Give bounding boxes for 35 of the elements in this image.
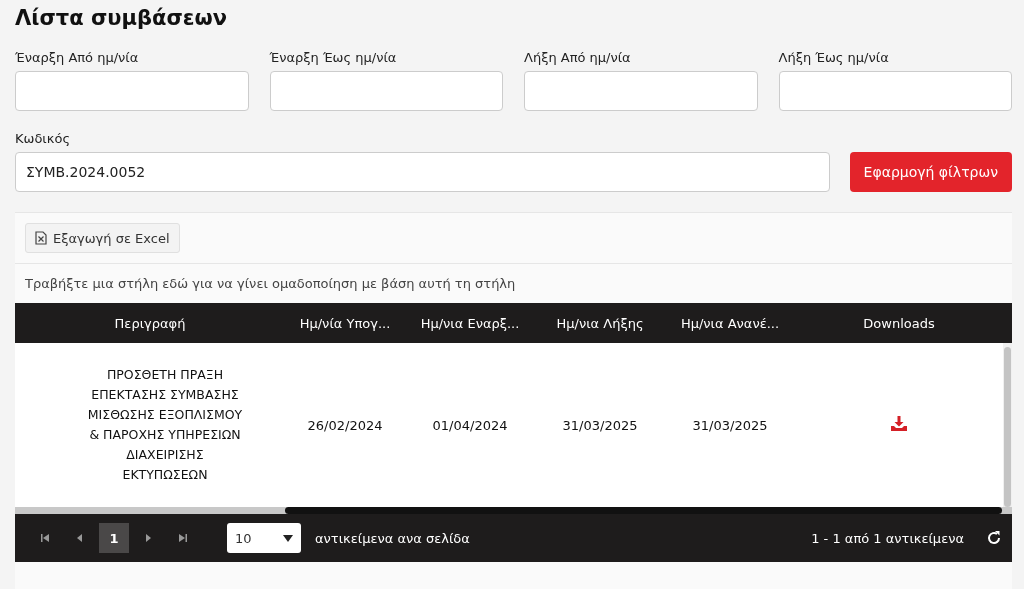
date-field[interactable] <box>15 71 249 111</box>
field-label: Έναρξη Από ημ/νία <box>15 50 140 65</box>
field-label: Λήξη Έως ημ/νία <box>778 50 890 65</box>
apply-filters-button[interactable]: Εφαρμογή φίλτρων <box>849 152 1012 192</box>
excel-file-icon <box>35 231 47 245</box>
export-excel-button[interactable]: Εξαγωγή σε Excel <box>25 223 180 253</box>
column-header[interactable]: Ημ/νια Ανανέ... <box>665 315 795 331</box>
refresh-icon[interactable] <box>986 530 1002 546</box>
page-number[interactable]: 1 <box>99 523 129 553</box>
field-label: Λήξη Από ημ/νία <box>524 50 632 65</box>
vertical-scrollbar[interactable] <box>1003 343 1012 507</box>
table-cell-text: 31/03/2025 <box>691 417 769 433</box>
column-header[interactable]: Downloads <box>795 315 1003 331</box>
code-field[interactable]: ΣΥΜΒ.2024.0052 <box>15 152 830 192</box>
table-cell-text: 01/04/2024 <box>431 417 509 433</box>
download-icon[interactable] <box>891 416 907 431</box>
horizontal-scrollbar[interactable] <box>15 507 1012 514</box>
table-cell-text: 26/02/2024 <box>306 417 384 433</box>
field-label: Κωδικός <box>15 131 71 146</box>
page-title: Λίστα συμβάσεων <box>15 6 228 30</box>
group-hint: Τραβήξτε μια στήλη εδώ για να γίνει ομαδοποίηση με βάση αυτή τη στήλη <box>24 275 517 293</box>
page-size-select[interactable]: 10 <box>227 523 301 553</box>
column-header[interactable]: Περιγραφή <box>15 315 285 331</box>
page-size-label: αντικείμενα ανα σελίδα <box>315 530 470 546</box>
table-cell-text: 31/03/2025 <box>561 417 639 433</box>
date-field[interactable] <box>524 71 758 111</box>
pager-summary: 1 - 1 από 1 αντικείμενα <box>811 530 964 546</box>
date-field[interactable] <box>778 71 1012 111</box>
table-cell-text: ΠΡΟΣΘΕΤΗ ΠΡΑΞΗ ΕΠΕΚΤΑΣΗΣ ΣΥΜΒΑΣΗΣ ΜΙΣΘΩΣΗΣ ΕΞΟΠΛΙΣΜΟΥ & ΠΑΡΟΧΗΣ ΥΠΗΡΕΣΙΩΝ ΔΙΑΧΕΙΡΙΣΗΣ ΕΚΤΥΠΩΣΕΩΝ <box>86 366 244 484</box>
column-header[interactable]: Ημ/νια Εναρξ... <box>405 315 535 331</box>
column-header[interactable]: Ημ/νια Λήξης <box>535 315 665 331</box>
caret-icon <box>283 534 293 542</box>
column-header[interactable]: Ημ/νία Υπογ... <box>285 315 405 331</box>
field-label: Έναρξη Έως ημ/νία <box>269 50 398 65</box>
date-field[interactable] <box>269 71 503 111</box>
